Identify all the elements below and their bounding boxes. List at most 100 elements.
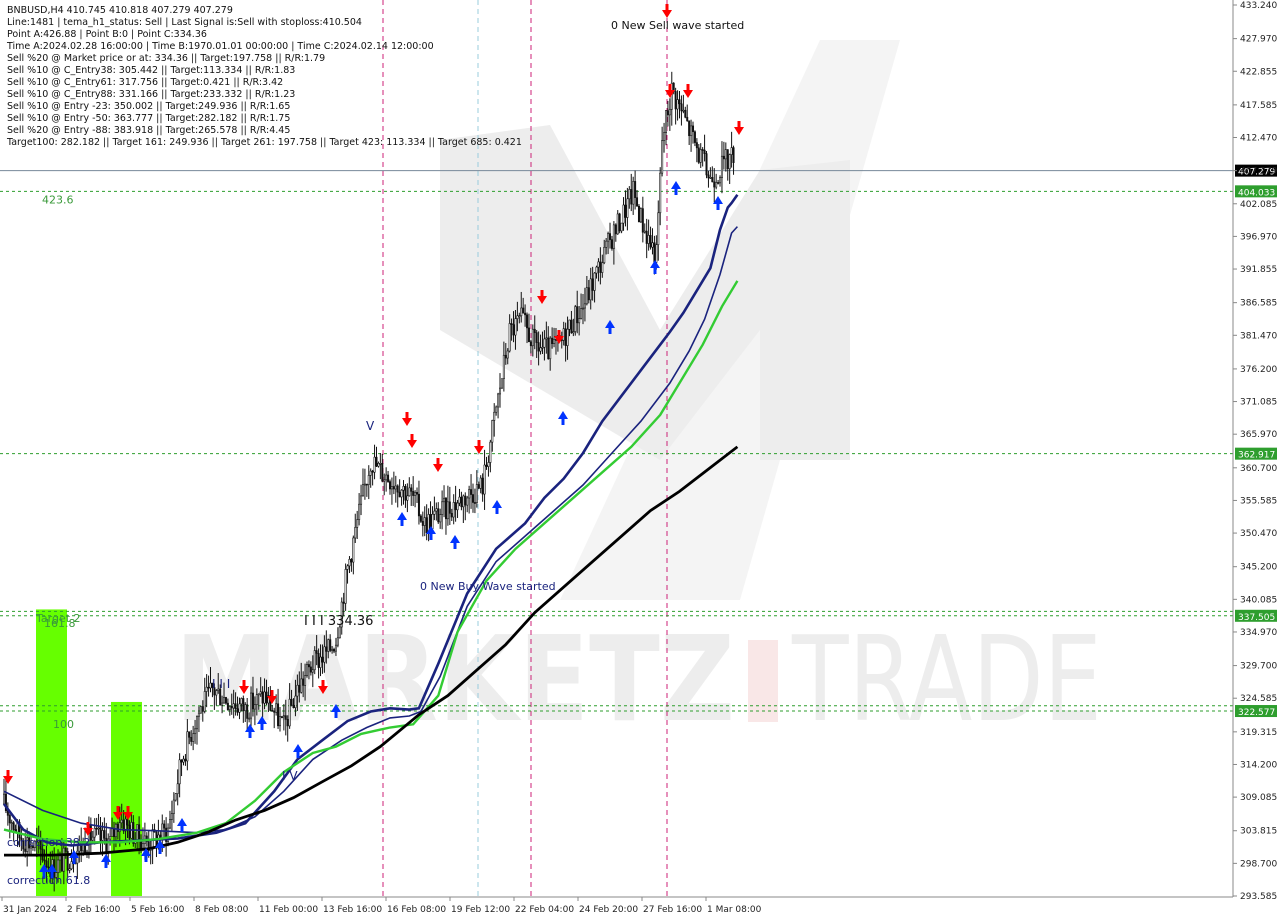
candle-body — [493, 411, 496, 421]
candle-body — [275, 703, 278, 713]
candle-body — [10, 822, 13, 824]
candle-body — [581, 307, 584, 310]
candle-body — [288, 698, 291, 727]
level-price-label: 337.505 — [1238, 613, 1275, 623]
y-tick-label: 412.470 — [1240, 134, 1277, 144]
candle-body — [219, 688, 222, 706]
candle-body — [487, 462, 490, 467]
candle-body — [450, 513, 453, 518]
candle-body — [284, 715, 287, 720]
chart-area[interactable]: MARKETZ TRADE 404.033 423.6 362.917 337.505… — [0, 0, 1280, 920]
candle-body — [313, 650, 316, 671]
candle-body — [232, 703, 235, 709]
candle-body — [24, 848, 27, 852]
buy-arrow — [671, 181, 681, 195]
candle-body — [126, 818, 129, 826]
candle-body — [45, 860, 48, 868]
candle-body — [292, 704, 295, 708]
candle-body — [545, 337, 548, 340]
candle-body — [520, 307, 523, 317]
candle-body — [138, 824, 141, 841]
candle-body — [610, 239, 613, 249]
candle-body — [97, 827, 100, 830]
candle-body — [319, 656, 322, 668]
x-tick-label: 24 Feb 20:00 — [579, 905, 638, 915]
candle-body — [367, 475, 370, 485]
candle-body — [634, 181, 637, 198]
candle-body — [192, 733, 195, 742]
candle-body — [533, 328, 536, 333]
candle-body — [68, 868, 71, 871]
candle-body — [518, 315, 521, 318]
annotation-label: correction 61.8 — [7, 874, 90, 887]
candle-body — [495, 406, 498, 413]
candle-body — [597, 261, 600, 268]
candle-body — [184, 758, 187, 762]
indicator-info-panel: BNBUSD,H4 410.745 410.818 407.279 407.27… — [6, 5, 522, 148]
candle-body — [60, 854, 63, 872]
candle-body — [369, 470, 372, 476]
candle-body — [62, 847, 65, 872]
candle-body — [483, 464, 486, 495]
info-line: Sell %20 @ Market price or at: 334.36 ||… — [7, 53, 325, 64]
candle-body — [566, 328, 569, 346]
candle-body — [489, 441, 492, 463]
candle-body — [688, 120, 691, 137]
candle-body — [674, 91, 677, 110]
y-tick-label: 345.200 — [1240, 563, 1277, 573]
candle-body — [8, 815, 11, 824]
candle-body — [116, 823, 119, 832]
candle-body — [244, 704, 247, 712]
candle-body — [70, 861, 73, 870]
candle-body — [726, 149, 729, 170]
y-tick-label: 433.240 — [1240, 1, 1277, 11]
candle-body — [278, 716, 281, 727]
candle-body — [43, 859, 46, 862]
candle-body — [388, 481, 391, 490]
candle-body — [574, 306, 577, 332]
candle-body — [371, 470, 374, 473]
annotation-label: I I I — [212, 677, 230, 691]
candle-body — [651, 242, 654, 248]
candle-body — [502, 354, 505, 380]
svg-text:MARKETZ: MARKETZ — [175, 610, 735, 748]
candle-body — [462, 495, 465, 508]
candle-body — [215, 690, 218, 696]
candle-body — [261, 691, 264, 704]
sell-arrow — [402, 412, 412, 426]
candle-body — [379, 463, 382, 465]
candle-body — [684, 109, 687, 118]
candle-body — [653, 242, 656, 263]
sell-arrow — [683, 84, 693, 98]
annotation-label: I I I 334.36 — [304, 614, 373, 629]
candle-body — [491, 420, 494, 443]
candle-body — [383, 479, 386, 482]
candle-body — [510, 323, 513, 325]
candle-body — [390, 486, 393, 490]
info-line: Time A:2024.02.28 16:00:00 | Time B:1970… — [6, 41, 434, 52]
candle-body — [101, 830, 104, 841]
candle-body — [433, 510, 436, 515]
candle-body — [394, 485, 397, 490]
price-chart[interactable]: MARKETZ TRADE 404.033 423.6 362.917 337.505… — [0, 0, 1280, 920]
candle-body — [466, 497, 469, 506]
candle-body — [618, 213, 621, 232]
x-tick-label: 8 Feb 08:00 — [195, 905, 249, 915]
candle-body — [572, 331, 575, 334]
candle-body — [720, 155, 723, 178]
candle-body — [311, 669, 314, 673]
candle-body — [452, 502, 455, 518]
candle-body — [197, 712, 200, 717]
candle-body — [290, 698, 293, 706]
candle-body — [637, 205, 640, 223]
candle-body — [47, 866, 50, 869]
candle-body — [697, 147, 700, 163]
candle-body — [2, 793, 5, 805]
candle-body — [682, 109, 685, 112]
candle-body — [57, 859, 60, 873]
candle-body — [400, 489, 403, 498]
candle-body — [398, 491, 401, 498]
candle-body — [331, 649, 334, 651]
candle-body — [408, 487, 411, 497]
y-tick-label: 407.279 — [1240, 167, 1277, 177]
